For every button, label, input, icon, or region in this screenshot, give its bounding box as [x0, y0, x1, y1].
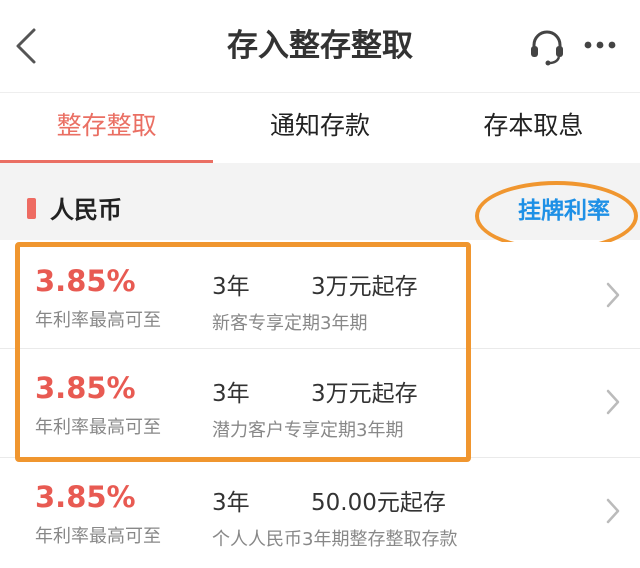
- rate-label: 年利率最高可至: [35, 526, 161, 547]
- chevron-right-icon: [606, 498, 620, 524]
- more-icon[interactable]: [582, 30, 618, 60]
- product-desc: 个人人民币3年期整存整取存款: [212, 529, 458, 550]
- headset-icon[interactable]: [528, 28, 566, 66]
- min-amount: 50.00元起存: [311, 490, 446, 516]
- tab-bar: 整存整取 通知存款 存本取息: [0, 93, 640, 163]
- annotation-highlight-box: [15, 242, 471, 462]
- section-title: 人民币: [50, 196, 122, 224]
- product-item[interactable]: 3.85% 年利率最高可至 3年 50.00元起存 个人人民币3年期整存整取存款: [0, 458, 640, 566]
- tab-principal-interest[interactable]: 存本取息: [427, 93, 640, 161]
- top-bar: 存入整存整取: [0, 0, 640, 92]
- tab-notice-deposit[interactable]: 通知存款: [213, 93, 426, 161]
- term: 3年: [212, 490, 250, 516]
- chevron-right-icon: [606, 389, 620, 415]
- tab-lump-sum[interactable]: 整存整取: [0, 93, 214, 163]
- chevron-right-icon: [606, 282, 620, 308]
- section-marker: [27, 198, 36, 219]
- annotation-oval: [475, 181, 638, 251]
- rate-value: 3.85%: [35, 480, 136, 514]
